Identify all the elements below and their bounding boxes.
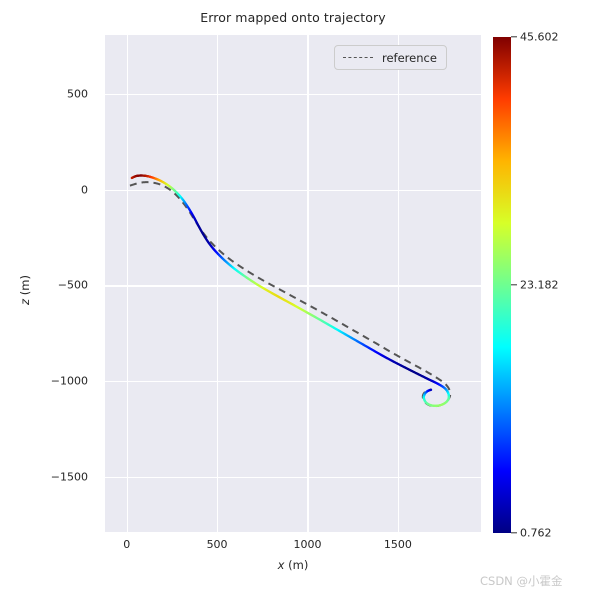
- colorbar-tick-mark: [511, 36, 517, 38]
- x-tick-label: 500: [206, 538, 228, 551]
- legend-dash-swatch-reference: [343, 57, 373, 58]
- y-tick-label: 500: [67, 87, 88, 101]
- y-tick-label: −500: [57, 278, 88, 292]
- page-title: Error mapped onto trajectory: [200, 10, 386, 25]
- y-tick-label: −1500: [50, 470, 88, 484]
- x-tick-label: 0: [123, 538, 131, 551]
- colorbar-gradient: [493, 37, 511, 533]
- reference-trajectory-line: [129, 181, 452, 408]
- colorbar-tick-mark: [511, 284, 517, 286]
- plot-area: [105, 35, 481, 532]
- legend-label-reference: reference: [382, 50, 437, 65]
- trajectory-plot: [129, 174, 452, 408]
- y-tick-label: −1000: [50, 374, 88, 388]
- colorbar-tick-label: 45.602: [520, 30, 559, 44]
- colorbar-tick-label: 0.762: [520, 526, 552, 540]
- legend-box: reference: [334, 45, 447, 70]
- colorbar-tick-mark: [511, 532, 517, 534]
- x-tick-label: 1000: [293, 538, 322, 551]
- colorbar-tick-label: 23.182: [520, 278, 559, 292]
- colorbar: 45.602 23.182 0.762: [493, 31, 559, 540]
- x-axis-label: x (m): [277, 558, 309, 572]
- y-axis-label: z (m): [18, 275, 32, 305]
- figure-canvas: Error mapped onto trajectory reference x…: [0, 0, 600, 602]
- watermark: CSDN @小霍金: [480, 574, 563, 588]
- x-tick-label: 1500: [383, 538, 412, 551]
- y-tick-label: 0: [81, 183, 88, 197]
